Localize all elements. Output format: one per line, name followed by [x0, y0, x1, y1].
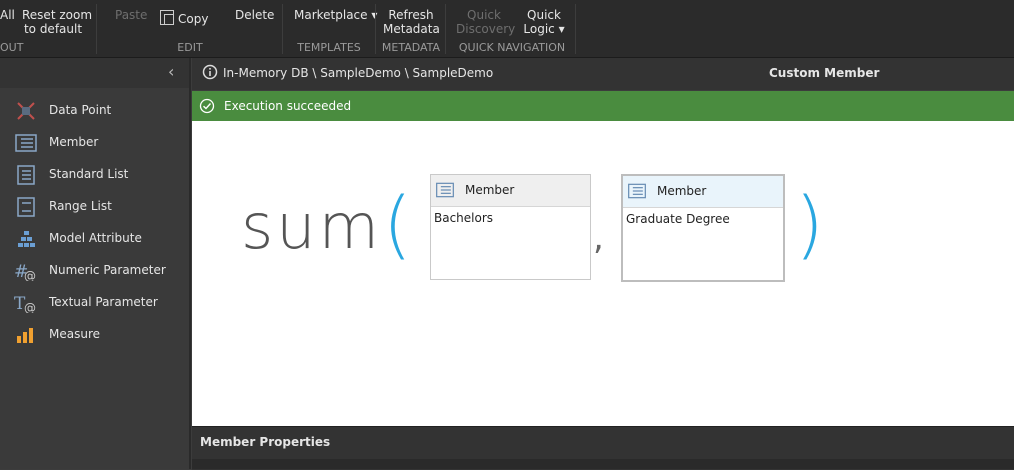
textual-parameter-icon: T@	[14, 294, 36, 313]
range-list-icon	[17, 197, 35, 217]
copy-button[interactable]: Copy	[160, 10, 208, 26]
measure-icon	[17, 328, 33, 343]
refresh-metadata-button[interactable]: Refresh Metadata	[383, 8, 440, 36]
formula-canvas[interactable]	[192, 121, 1014, 426]
quick-navigation-group-label: QUICK NAVIGATION	[458, 41, 566, 54]
sidebar-item-label: Range List	[49, 199, 112, 213]
ribbon-separator	[575, 4, 576, 54]
sidebar-item-data-point[interactable]: Data Point	[14, 99, 189, 123]
sidebar-item-textual-parameter[interactable]: T @ Textual Parameter	[14, 291, 189, 315]
layout-group-label: OUT	[0, 41, 24, 54]
open-paren: (	[383, 182, 412, 268]
copy-button-label: Copy	[178, 12, 209, 26]
paste-button[interactable]: Paste	[115, 8, 147, 22]
sidebar-item-model-attribute[interactable]: Model Attribute	[14, 227, 189, 251]
argument-title: Member	[465, 183, 515, 197]
sidebar-item-numeric-parameter[interactable]: # @ Numeric Parameter	[14, 259, 189, 283]
member-icon	[15, 134, 37, 152]
sidebar-item-standard-list[interactable]: Standard List	[14, 163, 189, 187]
model-attribute-icon	[18, 231, 35, 247]
argument-title: Member	[657, 184, 707, 198]
sidebar-item-range-list[interactable]: Range List	[14, 195, 189, 219]
sidebar-item-label: Member	[49, 135, 99, 149]
collapse-sidebar-button[interactable]: ‹	[168, 62, 174, 81]
marketplace-button[interactable]: Marketplace ▾	[294, 8, 377, 22]
function-name[interactable]: sum	[241, 190, 382, 263]
ribbon-separator	[445, 4, 446, 54]
templates-group-label: TEMPLATES	[297, 41, 361, 54]
sidebar-item-measure[interactable]: Measure	[14, 323, 189, 347]
sidebar-item-label: Textual Parameter	[49, 295, 158, 309]
quick-discovery-button[interactable]: Quick Discovery	[456, 8, 515, 36]
info-icon[interactable]	[202, 64, 218, 80]
metadata-group-label: METADATA	[381, 41, 441, 54]
ribbon-toolbar: All Reset zoom to default OUT Paste Copy…	[0, 0, 1014, 58]
properties-title: Member Properties	[200, 435, 331, 449]
argument-slot-1[interactable]: Member Bachelors	[430, 174, 591, 280]
argument-slot-2[interactable]: Member Graduate Degree	[621, 174, 785, 282]
sidebar-item-label: Measure	[49, 327, 100, 341]
argument-header: Member	[431, 175, 590, 207]
copy-icon	[160, 10, 174, 25]
status-message: Execution succeeded	[224, 99, 352, 113]
panel-title: Custom Member	[769, 66, 880, 80]
member-icon	[628, 183, 646, 199]
svg-text:@: @	[24, 301, 36, 313]
sidebar-item-label: Model Attribute	[49, 231, 142, 245]
standard-list-icon	[17, 165, 35, 185]
sidebar-header: ‹	[0, 58, 189, 88]
select-all-button[interactable]: All	[0, 8, 15, 22]
data-point-icon	[17, 102, 35, 120]
sidebar-item-label: Standard List	[49, 167, 129, 181]
sidebar-item-member[interactable]: Member	[14, 131, 189, 155]
sidebar-item-label: Numeric Parameter	[49, 263, 166, 277]
quick-logic-button[interactable]: Quick Logic ▾	[522, 8, 566, 36]
sidebar-item-label: Data Point	[49, 103, 112, 117]
ribbon-separator	[96, 4, 97, 54]
svg-text:@: @	[24, 269, 36, 281]
argument-value: Bachelors	[434, 211, 494, 225]
edit-group-label: EDIT	[177, 41, 203, 54]
ribbon-separator	[282, 4, 283, 54]
reset-zoom-button[interactable]: Reset zoom to default	[22, 8, 92, 36]
ribbon-separator	[375, 4, 376, 54]
breadcrumb: In-Memory DB \ SampleDemo \ SampleDemo	[223, 66, 494, 80]
close-paren: )	[795, 182, 824, 268]
member-icon	[436, 182, 454, 198]
properties-content	[192, 459, 1014, 469]
checkmark-circle-icon	[199, 98, 215, 114]
argument-value: Graduate Degree	[626, 212, 730, 226]
numeric-parameter-icon: #@	[14, 262, 36, 281]
delete-button[interactable]: Delete	[235, 8, 274, 22]
argument-header: Member	[623, 176, 783, 208]
argument-separator: ,	[593, 218, 604, 258]
